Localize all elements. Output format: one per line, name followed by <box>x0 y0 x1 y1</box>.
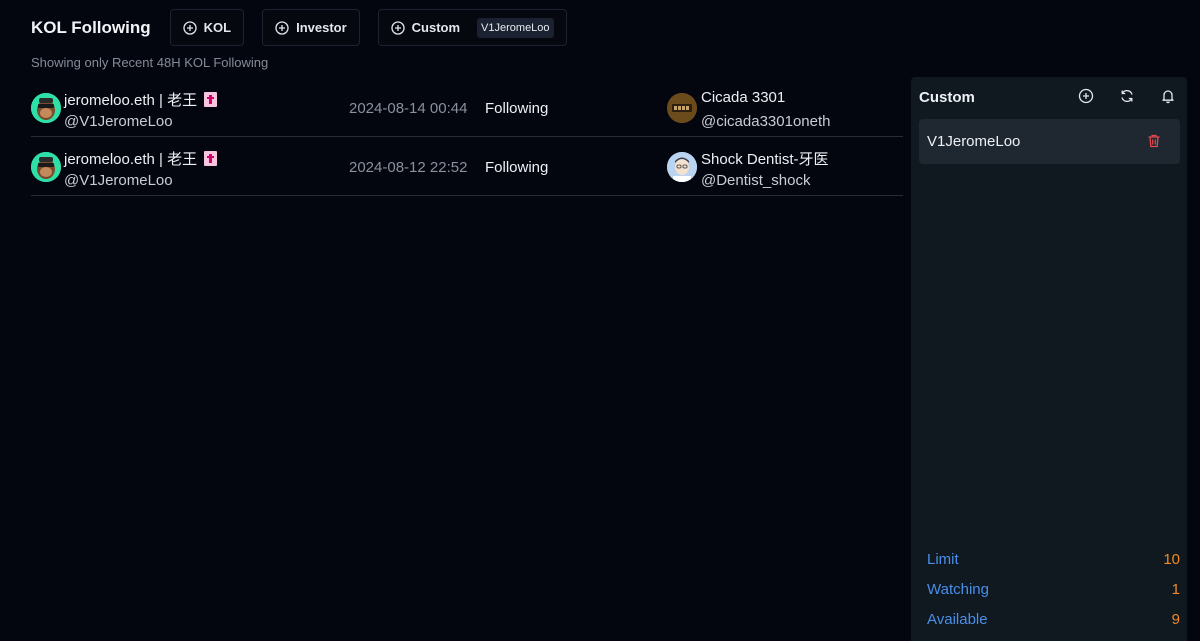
stat-available: Available 9 <box>927 607 1180 637</box>
stat-value: 9 <box>1171 611 1180 628</box>
refresh-icon[interactable] <box>1119 88 1135 104</box>
target-name[interactable]: Shock Dentist-牙医 <box>701 148 829 169</box>
custom-tag[interactable]: V1JeromeLoo <box>477 17 554 38</box>
trash-icon[interactable] <box>1146 133 1162 149</box>
panel-title: Custom <box>919 89 975 106</box>
stat-label: Limit <box>927 551 959 568</box>
action-label: Following <box>485 100 549 117</box>
target-handle[interactable]: @Dentist_shock <box>701 172 810 189</box>
page-title: KOL Following <box>31 17 151 37</box>
timestamp: 2024-08-12 22:52 <box>349 159 468 176</box>
table-row[interactable]: jeromeloo.eth | 老王 @V1JeromeLoo 2024-08-… <box>31 137 903 196</box>
stat-value: 1 <box>1171 581 1180 598</box>
avatar[interactable] <box>31 152 61 182</box>
following-table: jeromeloo.eth | 老王 @V1JeromeLoo 2024-08-… <box>31 78 903 196</box>
plus-circle-icon <box>182 20 197 35</box>
source-name[interactable]: jeromeloo.eth | 老王 <box>64 148 218 169</box>
flag-icon <box>204 92 218 107</box>
add-kol-button[interactable]: KOL <box>169 9 245 46</box>
action-label: Following <box>485 159 549 176</box>
add-investor-button[interactable]: Investor <box>262 9 360 46</box>
timestamp: 2024-08-14 00:44 <box>349 100 468 117</box>
avatar[interactable] <box>31 93 61 123</box>
plus-circle-icon <box>275 20 289 35</box>
kol-following-page: KOL Following KOL Investor Custom V1Jero… <box>0 0 1200 641</box>
stat-label: Watching <box>927 581 989 598</box>
avatar[interactable] <box>667 152 697 182</box>
plus-circle-icon[interactable] <box>1078 88 1094 104</box>
add-custom-button[interactable]: Custom V1JeromeLoo <box>377 9 567 46</box>
flag-icon <box>204 151 218 166</box>
source-name[interactable]: jeromeloo.eth | 老王 <box>64 89 218 110</box>
add-kol-label: KOL <box>203 20 232 35</box>
add-investor-label: Investor <box>296 20 347 35</box>
source-handle[interactable]: @V1JeromeLoo <box>64 113 173 130</box>
custom-panel: Custom V1JeromeLoo Limit 10 Watching 1 A… <box>911 77 1187 641</box>
stat-limit: Limit 10 <box>927 547 1180 577</box>
stat-label: Available <box>927 611 988 628</box>
stats: Limit 10 Watching 1 Available 9 <box>927 547 1180 637</box>
avatar[interactable] <box>667 93 697 123</box>
plus-circle-icon <box>391 20 405 35</box>
source-handle[interactable]: @V1JeromeLoo <box>64 172 173 189</box>
target-name[interactable]: Cicada 3301 <box>701 89 785 106</box>
stat-value: 10 <box>1163 551 1180 568</box>
bell-icon[interactable] <box>1160 88 1176 104</box>
table-row[interactable]: jeromeloo.eth | 老王 @V1JeromeLoo 2024-08-… <box>31 78 903 137</box>
header: KOL Following KOL Investor Custom V1Jero… <box>31 9 585 46</box>
custom-list-item[interactable]: V1JeromeLoo <box>919 119 1180 164</box>
stat-watching: Watching 1 <box>927 577 1180 607</box>
custom-list-item-name: V1JeromeLoo <box>927 133 1021 150</box>
add-custom-label: Custom <box>411 20 461 35</box>
subtitle: Showing only Recent 48H KOL Following <box>31 55 269 70</box>
target-handle[interactable]: @cicada3301oneth <box>701 113 831 130</box>
